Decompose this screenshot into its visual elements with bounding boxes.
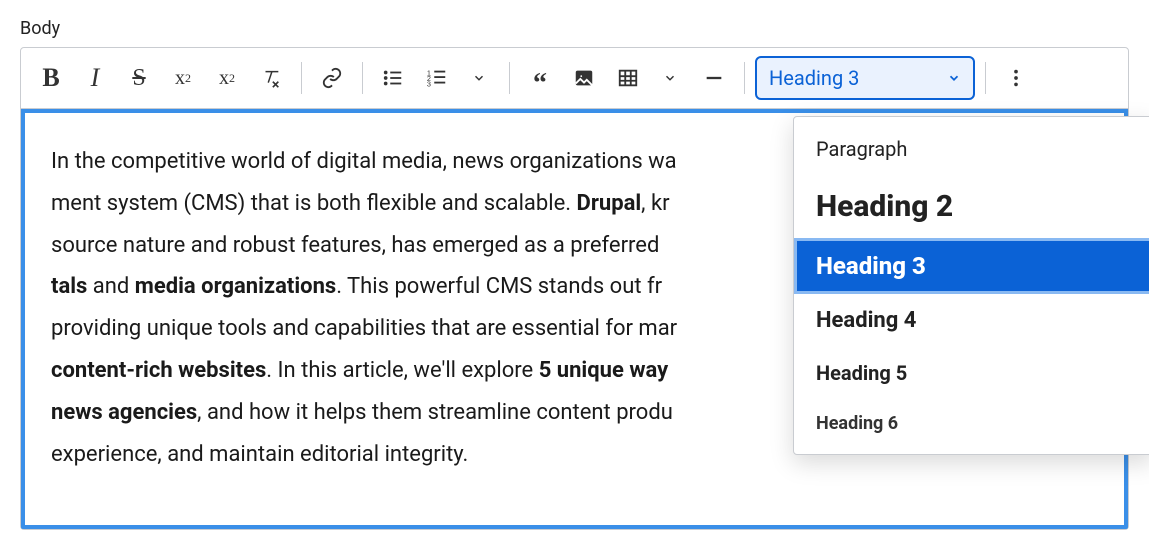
chevron-down-icon	[472, 71, 486, 85]
horizontal-rule-icon	[703, 67, 725, 89]
heading-option-h3[interactable]: Heading 3	[794, 238, 1149, 294]
strikethrough-button[interactable]: S	[119, 58, 159, 98]
table-icon	[617, 67, 639, 89]
bulleted-list-button[interactable]	[373, 58, 413, 98]
body-text: . In this article, we'll explore	[266, 358, 538, 383]
blockquote-button[interactable]: “	[520, 58, 560, 98]
body-bold: 5 unique way	[539, 358, 669, 383]
field-label: Body	[20, 18, 1129, 39]
body-bold: tals	[51, 274, 87, 299]
body-text: providing unique tools and capabilities …	[51, 316, 677, 341]
body-text: , kr	[641, 191, 669, 216]
body-text: source nature and robust features, has e…	[51, 233, 659, 258]
kebab-icon	[1005, 67, 1027, 89]
svg-text:3: 3	[427, 79, 431, 88]
rich-text-editor: B I S x2 x2 1 2	[20, 47, 1129, 530]
toolbar-separator	[744, 62, 745, 94]
bold-button[interactable]: B	[31, 58, 71, 98]
body-bold: news agencies	[51, 400, 197, 425]
chevron-down-icon	[947, 71, 961, 85]
numbered-list-icon: 1 2 3	[426, 67, 448, 89]
more-options-button[interactable]	[996, 58, 1036, 98]
body-bold: Drupal	[577, 191, 642, 216]
heading-option-paragraph[interactable]: Paragraph	[794, 123, 1149, 175]
body-text: ment system (CMS) that is both flexible …	[51, 191, 577, 216]
heading-option-h4[interactable]: Heading 4	[794, 294, 1149, 347]
body-text: In the competitive world of digital medi…	[51, 149, 677, 174]
heading-dropdown-menu: Paragraph Heading 2 Heading 3 Heading 4 …	[793, 116, 1149, 455]
bulleted-list-icon	[382, 67, 404, 89]
link-button[interactable]	[312, 58, 352, 98]
body-text: experience, and maintain editorial integ…	[51, 442, 468, 467]
body-text: and	[87, 274, 134, 299]
heading-dropdown-label: Heading 3	[769, 66, 859, 90]
table-button[interactable]	[608, 58, 648, 98]
link-icon	[321, 67, 343, 89]
image-icon	[573, 67, 595, 89]
superscript-button[interactable]: x2	[163, 58, 203, 98]
body-bold: media organizations	[135, 274, 336, 299]
heading-dropdown[interactable]: Heading 3	[755, 56, 975, 100]
toolbar-separator	[301, 62, 302, 94]
italic-button[interactable]: I	[75, 58, 115, 98]
toolbar-separator	[509, 62, 510, 94]
heading-option-h2[interactable]: Heading 2	[794, 175, 1149, 238]
heading-option-h5[interactable]: Heading 5	[794, 347, 1149, 399]
clear-formatting-button[interactable]	[251, 58, 291, 98]
editor-toolbar: B I S x2 x2 1 2	[21, 48, 1128, 109]
list-options-dropdown-button[interactable]	[459, 58, 499, 98]
clear-format-icon	[260, 67, 282, 89]
table-options-dropdown-button[interactable]	[650, 58, 690, 98]
heading-option-h6[interactable]: Heading 6	[794, 399, 1149, 448]
toolbar-separator	[985, 62, 986, 94]
numbered-list-button[interactable]: 1 2 3	[417, 58, 457, 98]
image-button[interactable]	[564, 58, 604, 98]
body-text: . This powerful CMS stands out fr	[336, 274, 662, 299]
horizontal-rule-button[interactable]	[694, 58, 734, 98]
subscript-button[interactable]: x2	[207, 58, 247, 98]
body-bold: content-rich websites	[51, 358, 266, 383]
chevron-down-icon	[663, 71, 677, 85]
body-text: , and how it helps them streamline conte…	[197, 400, 673, 425]
toolbar-separator	[362, 62, 363, 94]
